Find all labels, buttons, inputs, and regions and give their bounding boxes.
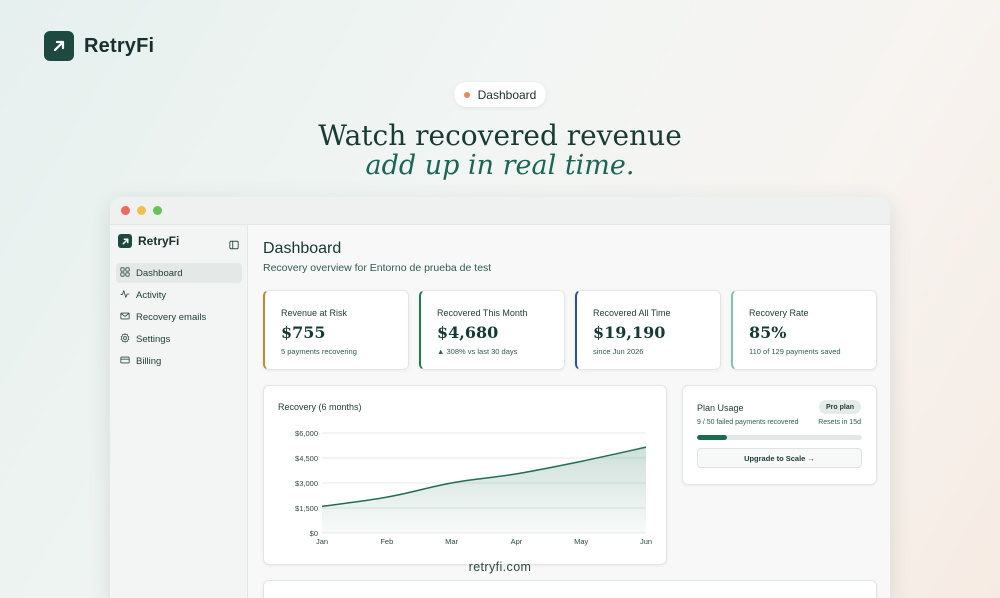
arrow-up-right-icon [118, 234, 132, 248]
stat-note: 5 payments recovering [281, 347, 357, 356]
stat-label: Recovery Rate [749, 308, 809, 318]
stat-note: ▲ 308% vs last 30 days [437, 347, 518, 356]
stat-value: $4,680 [437, 323, 499, 342]
credit-card-icon [120, 355, 130, 368]
y-tick-label: $4,500 [295, 454, 318, 463]
y-tick-label: $6,000 [295, 429, 318, 438]
hero-badge: Dashboard [454, 82, 546, 107]
plan-usage-progress-fill [697, 435, 727, 440]
stat-label: Recovered All Time [593, 308, 671, 318]
upgrade-button[interactable]: Upgrade to Scale → [697, 448, 862, 468]
hero-headline-emphasis: add up in real time. [365, 150, 635, 181]
main-content: Dashboard Recovery overview for Entorno … [249, 225, 890, 598]
page-title: Dashboard [263, 240, 342, 257]
series-area [322, 447, 646, 533]
sidebar-item-label: Dashboard [136, 267, 183, 279]
plan-title: Plan Usage [697, 403, 744, 413]
footer-url[interactable]: retryfi.com [0, 560, 1000, 574]
stat-value: 85% [749, 323, 787, 342]
plan-usage-text: 9 / 50 failed payments recovered [697, 419, 799, 426]
recovery-chart-card: Recovery (6 months) $0 $1,500 $3,000 $4,500… [263, 385, 667, 565]
minimize-window-button[interactable] [137, 206, 146, 215]
mail-icon [120, 311, 130, 324]
stat-card-recovered-all-time[interactable]: Recovered All Time $19,190 since Jun 202… [575, 290, 721, 370]
x-tick-label: May [574, 537, 588, 546]
dashboard-grid-icon [120, 266, 130, 280]
plan-usage-progress [697, 435, 862, 440]
sidebar-item-label: Billing [136, 355, 162, 367]
bottom-card [263, 580, 877, 598]
x-tick-label: Apr [511, 537, 523, 546]
stat-card-revenue-at-risk[interactable]: Revenue at Risk $755 5 payments recoveri… [263, 290, 409, 370]
sidebar-item-billing[interactable]: Billing [116, 351, 242, 371]
sidebar-toggle-icon[interactable] [229, 237, 239, 255]
maximize-window-button[interactable] [153, 206, 162, 215]
plan-reset-text: Resets in 15d [818, 419, 861, 426]
x-tick-label: Jan [316, 537, 328, 546]
brand-name: RetryFi [84, 34, 155, 57]
gear-icon [120, 332, 130, 346]
arrow-up-right-icon [44, 31, 74, 61]
sidebar-item-recovery-emails[interactable]: Recovery emails [116, 307, 242, 327]
sidebar-item-label: Activity [136, 289, 167, 301]
window-titlebar [110, 197, 890, 225]
stat-note: 110 of 129 payments saved [749, 347, 841, 356]
sidebar-item-label: Settings [136, 333, 171, 345]
plan-usage-card: Plan Usage Pro plan 9 / 50 failed paymen… [682, 385, 877, 485]
y-tick-label: $3,000 [295, 479, 318, 488]
sidebar-item-settings[interactable]: Settings [116, 329, 242, 349]
sidebar-item-activity[interactable]: Activity [116, 285, 242, 305]
hero-badge-label: Dashboard [477, 87, 537, 102]
stat-value: $19,190 [593, 323, 666, 342]
sidebar-item-dashboard[interactable]: Dashboard [116, 263, 242, 283]
stat-label: Revenue at Risk [281, 308, 348, 318]
sidebar-brand-name: RetryFi [138, 234, 180, 248]
stat-card-recovery-rate[interactable]: Recovery Rate 85% 110 of 129 payments sa… [731, 290, 877, 370]
x-tick-label: Feb [380, 537, 393, 546]
activity-pulse-icon [120, 289, 130, 302]
y-tick-label: $1,500 [295, 504, 318, 513]
x-tick-label: Mar [445, 537, 458, 546]
stat-label: Recovered This Month [437, 308, 528, 318]
stat-value: $755 [281, 323, 326, 342]
sidebar-item-label: Recovery emails [136, 311, 207, 323]
brand[interactable]: RetryFi [44, 31, 154, 61]
hero-headline: Watch recovered revenue [318, 119, 682, 152]
stat-card-recovered-this-month[interactable]: Recovered This Month $4,680 ▲ 308% vs la… [419, 290, 565, 370]
sidebar-brand[interactable]: RetryFi [118, 234, 179, 248]
plan-badge: Pro plan [818, 400, 861, 414]
badge-dot-icon [463, 91, 470, 98]
recovery-chart: $0$1,500$3,000$4,500$6,000Jan Feb Mar Apr Ma… [295, 429, 652, 546]
close-window-button[interactable] [121, 206, 130, 215]
app-window: RetryFi Dashboard Activity Recovery emai… [110, 197, 890, 598]
x-tick-label: Jun [640, 537, 652, 546]
page-subtitle: Recovery overview for Entorno de prueba … [263, 262, 492, 274]
sidebar: RetryFi Dashboard Activity Recovery emai… [110, 225, 248, 598]
stat-note: since Jun 2026 [593, 347, 644, 356]
